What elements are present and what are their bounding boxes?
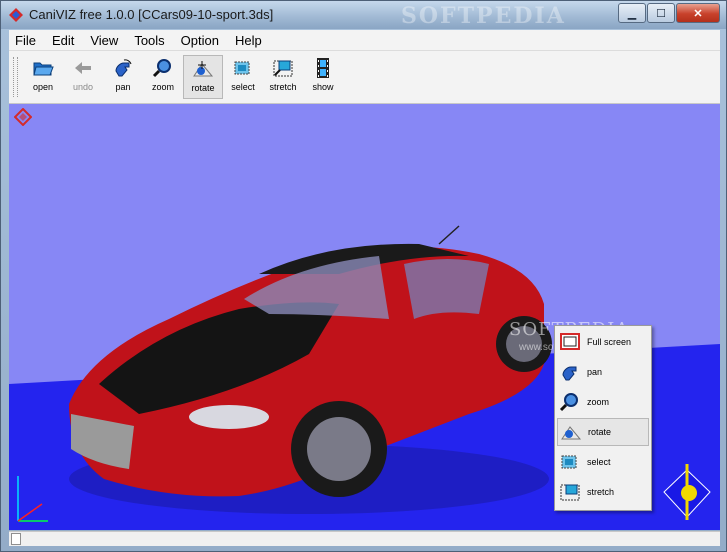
navigation-cube-icon[interactable] [660,462,714,522]
rotate-button[interactable]: rotate [183,55,223,99]
window-title: CaniVIZ free 1.0.0 [CCars09-10-sport.3ds… [29,7,274,22]
rotate-icon [193,61,214,77]
context-select-label: select [587,457,611,467]
hand-pan-icon [115,59,132,77]
caniviz-logo-icon [14,108,32,126]
title-bar[interactable]: CaniVIZ free 1.0.0 [CCars09-10-sport.3ds… [1,1,726,29]
menu-view[interactable]: View [84,33,128,48]
select-box-icon [234,61,250,75]
magnifier-icon [559,393,578,412]
context-rotate-label: rotate [588,427,612,437]
open-label: open [32,82,54,92]
zoom-label: zoom [151,82,174,92]
menu-edit[interactable]: Edit [46,33,84,48]
axis-gizmo-icon [17,476,48,522]
status-bar [9,531,720,546]
context-fullscreen-item[interactable]: Full screen [557,328,649,356]
arrow-left-icon [75,62,91,74]
maximize-icon: ☐ [656,7,666,20]
toolbar-grip[interactable] [13,57,18,97]
rotate-label: rotate [191,83,215,93]
status-indicator [11,533,21,545]
caniviz-logo-icon [9,8,23,22]
pan-label: pan [115,82,131,92]
show-label: show [312,82,334,92]
magnifier-icon [152,59,171,78]
context-pan-item[interactable]: pan [557,358,649,386]
close-button[interactable]: ✕ [676,3,720,23]
app-window: CaniVIZ free 1.0.0 [CCars09-10-sport.3ds… [0,0,727,552]
folder-open-icon [33,62,54,76]
select-button[interactable]: select [223,55,263,99]
show-button[interactable]: show [303,55,343,99]
context-stretch-label: stretch [587,487,615,497]
context-zoom-label: zoom [587,397,610,407]
rotate-icon [561,426,582,440]
zoom-button[interactable]: zoom [143,55,183,99]
context-menu: Full screen pan zoom rotate select stret… [554,325,652,511]
select-box-icon [561,455,577,469]
minimize-button[interactable]: ▁ [618,3,646,23]
context-select-item[interactable]: select [557,448,649,476]
title-watermark: SOFTPEDIA [401,3,566,29]
stretch-label: stretch [269,82,297,92]
menu-tools[interactable]: Tools [128,33,174,48]
film-strip-icon [317,58,329,78]
fullscreen-icon [560,333,580,350]
window-controls: ▁ ☐ ✕ [617,3,720,23]
menu-file[interactable]: File [9,33,46,48]
pan-button[interactable]: pan [103,55,143,99]
select-label: select [231,82,255,92]
context-rotate-item[interactable]: rotate [557,418,649,446]
toolbar: open undo pan zoom rotate select stretch… [9,51,720,104]
close-icon: ✕ [693,7,703,20]
minimize-icon: ▁ [627,7,637,20]
stretch-icon [560,484,580,501]
menu-help[interactable]: Help [229,33,272,48]
undo-label: undo [72,82,94,92]
undo-button[interactable]: undo [63,55,103,99]
menu-option[interactable]: Option [175,33,229,48]
context-pan-label: pan [587,367,603,377]
hand-pan-icon [562,366,577,381]
stretch-icon [273,60,293,77]
open-button[interactable]: open [23,55,63,99]
menu-bar: File Edit View Tools Option Help [9,30,720,51]
context-fullscreen-label: Full screen [587,337,632,347]
context-zoom-item[interactable]: zoom [557,388,649,416]
stretch-button[interactable]: stretch [263,55,303,99]
context-stretch-item[interactable]: stretch [557,478,649,506]
maximize-button[interactable]: ☐ [647,3,675,23]
